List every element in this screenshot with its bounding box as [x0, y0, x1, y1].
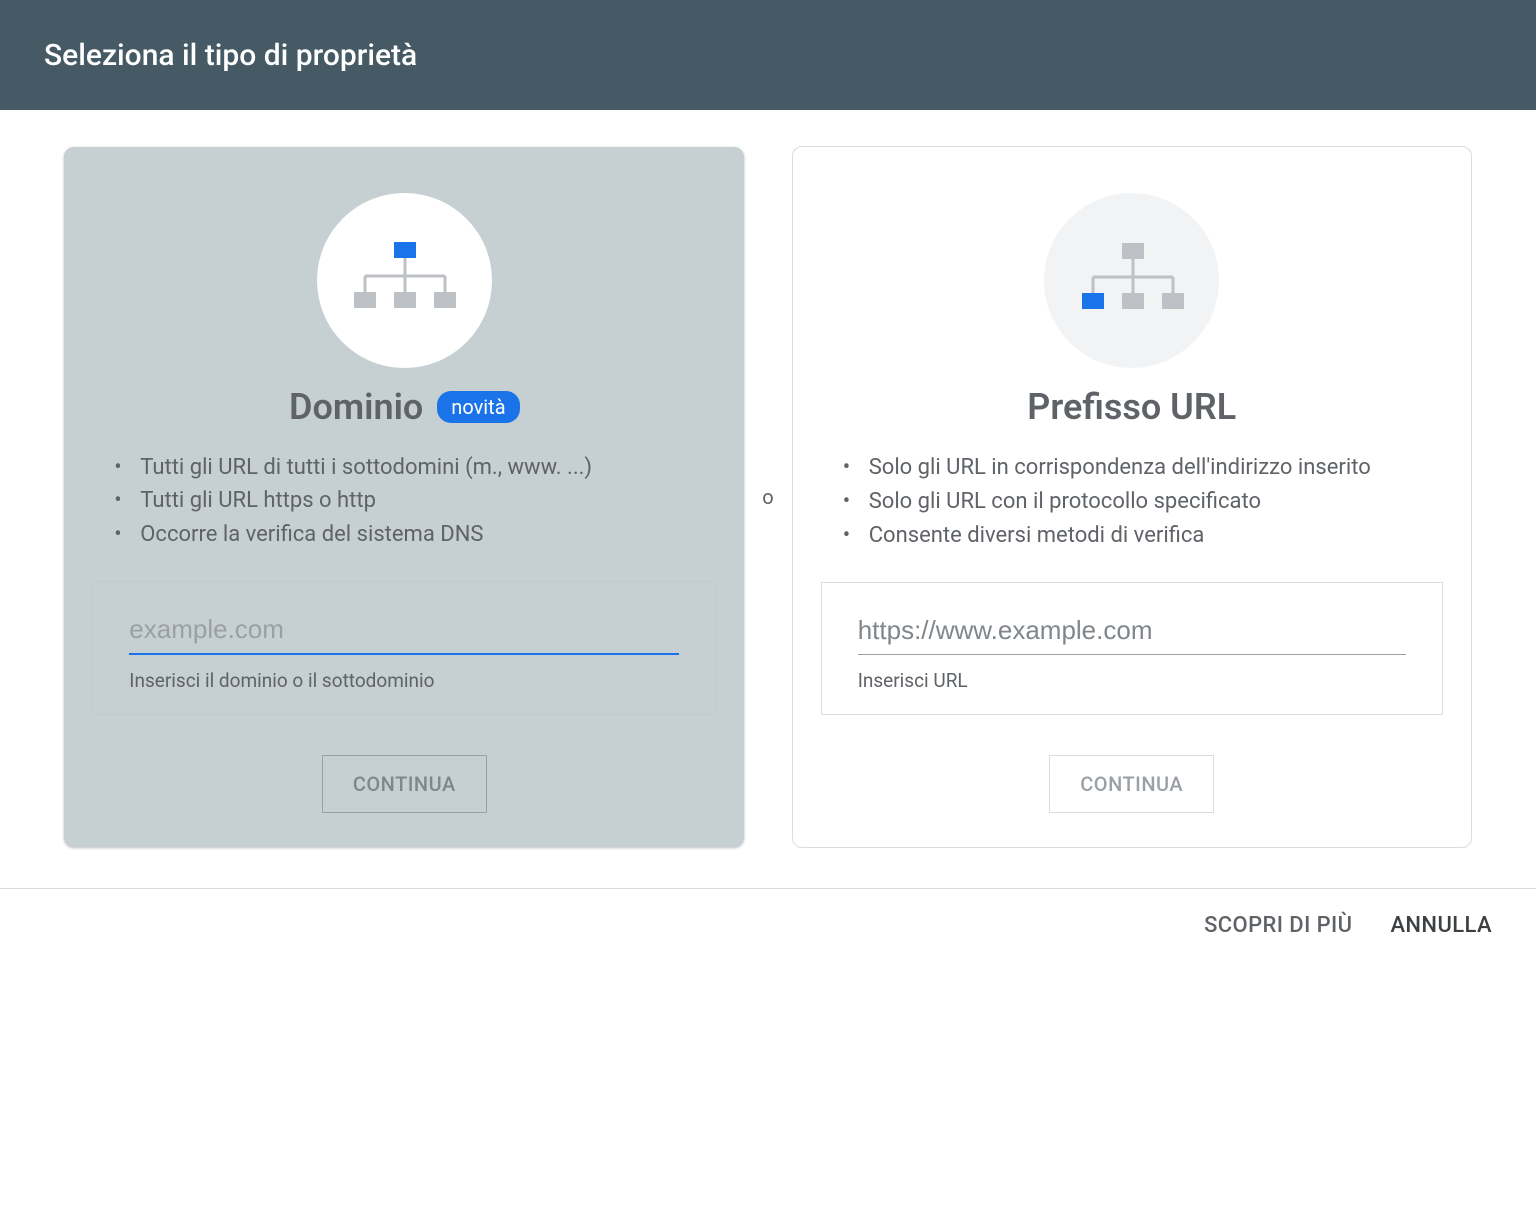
sitemap-icon [349, 240, 459, 320]
dialog-title: Seleziona il tipo di proprietà [44, 38, 417, 73]
url-input[interactable] [858, 611, 1406, 655]
domain-card-title: Dominio [289, 386, 423, 428]
url-bullet: Consente diversi metodi di verifica [831, 520, 1439, 552]
url-bullet: Solo gli URL con il protocollo specifica… [831, 486, 1439, 518]
domain-continue-button[interactable]: CONTINUA [322, 755, 487, 813]
url-card-title: Prefisso URL [1027, 386, 1236, 428]
domain-bullet: Tutti gli URL di tutti i sottodomini (m.… [102, 452, 712, 484]
property-type-panels: Dominio novità Tutti gli URL di tutti i … [0, 110, 1536, 888]
dialog-header: Seleziona il tipo di proprietà [0, 0, 1536, 110]
new-badge: novità [437, 391, 519, 423]
or-separator: o [762, 485, 773, 509]
learn-more-button[interactable]: SCOPRI DI PIÙ [1204, 913, 1352, 938]
dialog-footer: SCOPRI DI PIÙ ANNULLA [0, 888, 1536, 962]
url-input-box: Inserisci URL [821, 582, 1443, 715]
url-bullets: Solo gli URL in corrispondenza dell'indi… [821, 452, 1443, 554]
url-bullet: Solo gli URL in corrispondenza dell'indi… [831, 452, 1439, 484]
url-continue-button[interactable]: CONTINUA [1049, 755, 1214, 813]
domain-icon-circle [317, 193, 492, 368]
domain-input-helper: Inserisci il dominio o il sottodominio [129, 669, 679, 692]
domain-input-box: Inserisci il dominio o il sottodominio [92, 581, 716, 715]
domain-bullet: Occorre la verifica del sistema DNS [102, 519, 712, 551]
url-title-row: Prefisso URL [1027, 386, 1236, 428]
domain-input[interactable] [129, 610, 679, 655]
url-input-helper: Inserisci URL [858, 669, 1406, 692]
domain-title-row: Dominio novità [289, 386, 520, 428]
cancel-button[interactable]: ANNULLA [1390, 913, 1492, 938]
sitemap-icon [1077, 241, 1187, 321]
domain-bullets: Tutti gli URL di tutti i sottodomini (m.… [92, 452, 716, 554]
domain-bullet: Tutti gli URL https o http [102, 485, 712, 517]
domain-card[interactable]: Dominio novità Tutti gli URL di tutti i … [64, 147, 744, 848]
url-prefix-card[interactable]: Prefisso URL Solo gli URL in corrisponde… [792, 146, 1472, 848]
url-icon-circle [1044, 193, 1219, 368]
